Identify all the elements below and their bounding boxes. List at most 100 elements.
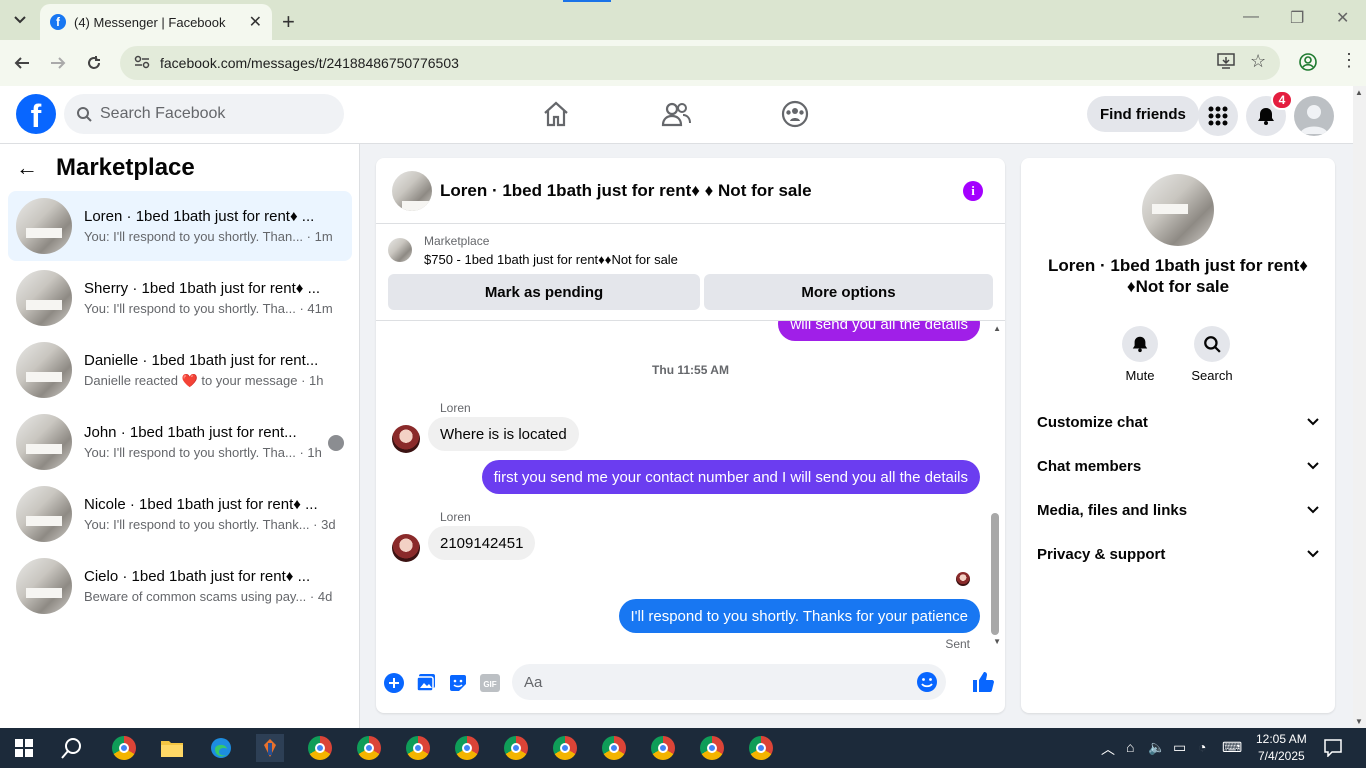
chrome-profile-icon[interactable] bbox=[551, 734, 579, 762]
chrome-profile-icon[interactable] bbox=[600, 734, 628, 762]
chrome-profile-icon[interactable] bbox=[747, 734, 775, 762]
chat-title[interactable]: Loren · 1bed 1bath just for rent♦ ♦ Not … bbox=[440, 181, 812, 201]
edge-icon[interactable] bbox=[207, 734, 235, 762]
more-options-button[interactable]: More options bbox=[704, 274, 993, 310]
chrome-profile-icon[interactable] bbox=[404, 734, 432, 762]
pinned-app-icon[interactable] bbox=[256, 734, 284, 762]
scroll-down-arrow-icon[interactable]: ▼ bbox=[1355, 717, 1363, 726]
chrome-profile-icon[interactable] bbox=[306, 734, 334, 762]
minimize-icon[interactable]: — bbox=[1243, 8, 1259, 26]
contact-name-line1: Loren · 1bed 1bath just for rent♦ bbox=[1048, 256, 1308, 275]
conversation-name: Danielle · 1bed 1bath just for rent... bbox=[84, 351, 319, 369]
listing-thumbnail bbox=[16, 198, 72, 254]
panel-header: ← Marketplace bbox=[16, 154, 195, 182]
media-files-links-section[interactable]: Media, files and links bbox=[1029, 488, 1327, 532]
scroll-up-arrow-icon[interactable]: ▲ bbox=[993, 324, 1001, 333]
conversation-item[interactable]: Loren · 1bed 1bath just for rent♦ ... Yo… bbox=[8, 191, 352, 261]
sticker-icon[interactable] bbox=[447, 672, 469, 694]
thumbs-up-icon[interactable] bbox=[970, 669, 996, 695]
bookmark-star-icon[interactable]: ☆ bbox=[1250, 51, 1266, 72]
message-input[interactable] bbox=[524, 673, 904, 691]
chat-listing-thumbnail[interactable] bbox=[392, 170, 432, 211]
windows-start-icon[interactable] bbox=[10, 734, 38, 762]
chrome-profile-icon[interactable] bbox=[355, 734, 383, 762]
install-app-icon[interactable] bbox=[1217, 53, 1235, 74]
conversation-item[interactable]: Nicole · 1bed 1bath just for rent♦ ... Y… bbox=[8, 479, 352, 549]
gif-icon[interactable]: GIF bbox=[479, 672, 501, 694]
conversation-item[interactable]: John · 1bed 1bath just for rent... You: … bbox=[8, 407, 352, 477]
network-device-icon[interactable]: ⌂ bbox=[1126, 739, 1134, 755]
chrome-profile-icon[interactable] bbox=[453, 734, 481, 762]
site-settings-icon[interactable] bbox=[134, 55, 150, 72]
conversation-preview: You: I'll respond to you shortly. Tha... bbox=[84, 445, 296, 460]
scroll-down-arrow-icon[interactable]: ▼ bbox=[993, 637, 1001, 646]
home-icon[interactable] bbox=[540, 98, 572, 130]
section-label: Customize chat bbox=[1037, 413, 1148, 431]
chat-scrollbar[interactable] bbox=[991, 513, 999, 635]
keyboard-icon[interactable]: ⌨ bbox=[1222, 739, 1242, 756]
chrome-profile-icon[interactable] bbox=[649, 734, 677, 762]
chrome-profile-icon[interactable] bbox=[698, 734, 726, 762]
listing-thumbnail bbox=[16, 558, 72, 614]
find-friends-button[interactable]: Find friends bbox=[1087, 96, 1199, 132]
message-input-field[interactable] bbox=[512, 664, 946, 700]
friends-icon[interactable] bbox=[660, 98, 692, 130]
account-avatar[interactable] bbox=[1294, 96, 1334, 136]
battery-icon[interactable]: ▭ bbox=[1173, 739, 1186, 756]
clock-date: 7/4/2025 bbox=[1257, 749, 1305, 763]
browser-menu-icon[interactable]: ⋮ bbox=[1340, 50, 1358, 71]
show-hidden-icons-chevron-icon[interactable]: ︿ bbox=[1101, 739, 1115, 759]
facebook-search-input[interactable] bbox=[100, 105, 320, 123]
conversation-item[interactable]: Cielo · 1bed 1bath just for rent♦ ... Be… bbox=[8, 551, 352, 621]
customize-chat-section[interactable]: Customize chat bbox=[1029, 400, 1327, 444]
tab-search-chevron-icon[interactable] bbox=[8, 8, 32, 32]
notification-center-icon[interactable] bbox=[1324, 739, 1342, 760]
chat-members-section[interactable]: Chat members bbox=[1029, 444, 1327, 488]
menu-grid-icon[interactable] bbox=[1198, 96, 1238, 136]
new-tab-plus-icon[interactable]: + bbox=[282, 9, 295, 35]
page-scrollbar[interactable]: ▲ ▼ bbox=[1353, 86, 1366, 728]
browser-tab[interactable]: f (4) Messenger | Facebook ✕ bbox=[40, 4, 272, 40]
info-icon[interactable]: i bbox=[963, 181, 983, 201]
taskbar-search-icon[interactable] bbox=[58, 734, 86, 762]
conversation-time: · 3d bbox=[313, 517, 336, 532]
privacy-support-section[interactable]: Privacy & support bbox=[1029, 532, 1327, 576]
conversation-time: · 1h bbox=[301, 372, 324, 388]
forward-arrow-icon[interactable] bbox=[46, 51, 70, 75]
photo-icon[interactable] bbox=[415, 672, 437, 694]
conversation-item[interactable]: Sherry · 1bed 1bath just for rent♦ ... Y… bbox=[8, 263, 352, 333]
listing-summary[interactable]: Marketplace $750 - 1bed 1bath just for r… bbox=[388, 234, 678, 267]
address-bar[interactable]: facebook.com/messages/t/2418848675077650… bbox=[120, 46, 1280, 80]
chevron-down-icon bbox=[1307, 550, 1319, 558]
plus-circle-icon[interactable] bbox=[383, 672, 405, 694]
emoji-icon[interactable] bbox=[916, 671, 938, 696]
window-close-icon[interactable]: ✕ bbox=[1336, 8, 1349, 28]
volume-icon[interactable]: 🔈 bbox=[1148, 739, 1165, 756]
chrome-taskbar-icon[interactable] bbox=[110, 734, 138, 762]
search-in-chat-button[interactable]: Search bbox=[1182, 326, 1242, 383]
sender-avatar[interactable] bbox=[392, 425, 420, 453]
reload-icon[interactable] bbox=[82, 51, 106, 75]
incoming-message: 2109142451 bbox=[428, 526, 536, 560]
message-status: Sent bbox=[945, 637, 970, 651]
back-arrow-icon[interactable]: ← bbox=[16, 155, 38, 181]
restore-icon[interactable]: ❐ bbox=[1290, 8, 1304, 28]
wifi-icon[interactable]: ◔ bbox=[1198, 739, 1206, 755]
file-explorer-icon[interactable] bbox=[158, 734, 186, 762]
chevron-down-icon bbox=[1307, 418, 1319, 426]
mute-button[interactable]: Mute bbox=[1110, 326, 1170, 383]
chrome-profile-icon[interactable] bbox=[502, 734, 530, 762]
mark-as-pending-button[interactable]: Mark as pending bbox=[388, 274, 700, 310]
tab-close-icon[interactable]: ✕ bbox=[249, 12, 262, 32]
profile-account-icon[interactable] bbox=[1299, 53, 1317, 76]
back-arrow-icon[interactable] bbox=[10, 51, 34, 75]
facebook-logo-icon[interactable]: f bbox=[16, 94, 56, 134]
conversation-name: Nicole · 1bed 1bath just for rent♦ ... bbox=[84, 496, 318, 513]
scroll-up-arrow-icon[interactable]: ▲ bbox=[1355, 88, 1363, 97]
taskbar-clock[interactable]: 12:05 AM 7/4/2025 bbox=[1256, 731, 1307, 765]
groups-icon[interactable] bbox=[779, 98, 811, 130]
sender-avatar[interactable] bbox=[392, 534, 420, 562]
tab-title: (4) Messenger | Facebook bbox=[74, 14, 226, 30]
facebook-search[interactable] bbox=[64, 94, 344, 134]
conversation-item[interactable]: Danielle · 1bed 1bath just for rent... D… bbox=[8, 335, 352, 405]
